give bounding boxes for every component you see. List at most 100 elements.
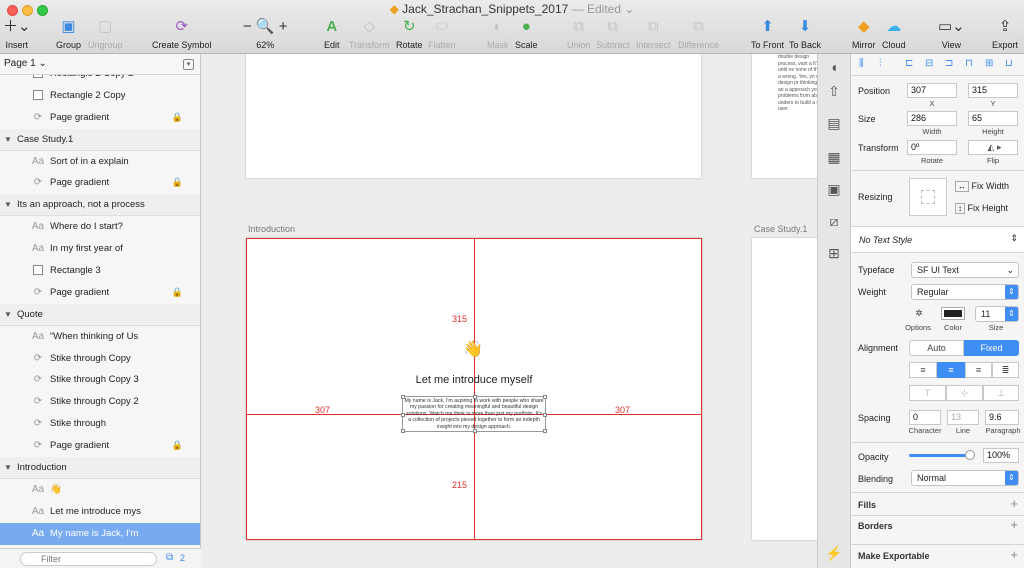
layer-group-row[interactable]: ▼ Its an approach, not a process bbox=[0, 194, 200, 217]
artboard-right-top[interactable]: double design process, vast a It's not u… bbox=[752, 54, 817, 178]
transform-button[interactable]: ◇ Transform bbox=[349, 17, 390, 50]
share-icon[interactable]: ⇧ bbox=[823, 80, 845, 102]
text-align-justify-button[interactable]: ≣ bbox=[992, 362, 1019, 378]
layer-row[interactable]: ⟳ Page gradient 🔒 bbox=[0, 172, 200, 194]
mirror-button[interactable]: ◆ Mirror bbox=[852, 17, 876, 50]
distribute-v-icon[interactable]: ⫶ bbox=[879, 58, 882, 69]
make-exportable-title[interactable]: Make Exportable bbox=[858, 551, 930, 561]
intro-heading[interactable]: Let me introduce myself bbox=[247, 374, 701, 386]
resize-handle-bl[interactable] bbox=[401, 429, 405, 433]
text-color-well[interactable] bbox=[941, 307, 965, 320]
vertical-align-bottom-button[interactable]: ⊥ bbox=[983, 385, 1019, 401]
lightning-icon[interactable]: ⚡ bbox=[823, 542, 845, 564]
typeface-select[interactable]: SF UI Text ⌄ bbox=[911, 262, 1019, 278]
lock-icon[interactable]: 🔒 bbox=[172, 107, 183, 129]
wave-emoji[interactable]: 👋 bbox=[463, 339, 483, 359]
insert-button[interactable]: ＋⌄ Insert bbox=[3, 17, 31, 50]
resize-handle-ml[interactable] bbox=[401, 413, 405, 417]
vertical-align-top-button[interactable]: ⊤ bbox=[909, 385, 946, 401]
height-field[interactable]: 65 bbox=[968, 111, 1018, 126]
intersect-button[interactable]: ⧉ Intersect bbox=[636, 17, 671, 50]
lock-icon[interactable]: 🔒 bbox=[172, 172, 183, 194]
resize-handle-tl[interactable] bbox=[401, 395, 405, 399]
layer-row[interactable]: ⟳ Stike through Copy bbox=[0, 348, 200, 370]
auto-width-button[interactable]: Auto bbox=[909, 340, 964, 356]
prototype-icon[interactable]: ⧄ bbox=[823, 210, 845, 232]
resize-handle-tr[interactable] bbox=[543, 395, 547, 399]
flatten-button[interactable]: ⬭ Flatten bbox=[428, 17, 456, 50]
create-symbol-button[interactable]: ⟳ Create Symbol bbox=[152, 17, 212, 50]
zoom-control[interactable]: − 🔍 + 62% bbox=[243, 17, 288, 50]
symbols-filter-icon[interactable]: ⧉ bbox=[166, 552, 173, 563]
align-top-icon[interactable]: ⊓ bbox=[965, 58, 973, 69]
vertical-align-middle-button[interactable]: ⊹ bbox=[946, 385, 983, 401]
group-button[interactable]: ▣ Group bbox=[56, 17, 81, 50]
page-selector[interactable]: Page 1 ⌄ ▾ bbox=[0, 54, 200, 75]
layer-row[interactable]: Aa My name is Jack, I'm bbox=[0, 522, 200, 545]
view-button[interactable]: ▭⌄ View bbox=[938, 17, 965, 50]
mask-button[interactable]: ◐ Mask bbox=[487, 17, 509, 50]
layer-row[interactable]: Rectangle 3 bbox=[0, 260, 200, 282]
layer-group-row[interactable]: ▼ Case Study.1 bbox=[0, 128, 200, 151]
cloud-button[interactable]: ☁ Cloud bbox=[882, 17, 906, 50]
font-size-field[interactable]: 11 ⇕ bbox=[975, 306, 1019, 322]
disclosure-triangle-icon[interactable]: ▼ bbox=[4, 304, 12, 325]
layer-row[interactable]: Rectangle 2 Copy bbox=[0, 85, 200, 107]
align-center-h-icon[interactable]: ⊟ bbox=[925, 58, 933, 69]
opacity-slider-knob[interactable] bbox=[965, 450, 975, 460]
layer-row[interactable]: Aa Where do I start? bbox=[0, 216, 200, 238]
align-bottom-icon[interactable]: ⊔ bbox=[1005, 58, 1013, 69]
resize-handle-bm[interactable] bbox=[473, 429, 477, 433]
rotate-button[interactable]: ↻ Rotate bbox=[396, 17, 423, 50]
layer-row[interactable]: Aa In my first year of bbox=[0, 238, 200, 260]
layer-row[interactable]: ⟳ Stike through Copy 2 bbox=[0, 391, 200, 413]
layer-row[interactable]: Aa 👋 bbox=[0, 479, 200, 501]
ungroup-button[interactable]: ▢ Ungroup bbox=[88, 17, 123, 50]
disclosure-triangle-icon[interactable]: ▼ bbox=[4, 457, 12, 478]
subtract-button[interactable]: ⧉ Subtract bbox=[596, 17, 630, 50]
scale-button[interactable]: ● Scale bbox=[515, 17, 538, 50]
position-y-field[interactable]: 315 bbox=[968, 83, 1018, 98]
align-right-icon[interactable]: ⊐ bbox=[945, 58, 953, 69]
width-field[interactable]: 286 bbox=[907, 111, 957, 126]
resize-handle-mr[interactable] bbox=[543, 413, 547, 417]
paragraph-spacing-field[interactable]: 9.6 bbox=[985, 410, 1019, 425]
to-front-button[interactable]: ⬆ To Front bbox=[751, 17, 784, 50]
blending-select[interactable]: Normal ⇕ bbox=[911, 470, 1019, 486]
add-export-icon[interactable]: + bbox=[1010, 547, 1018, 562]
export-button[interactable]: ⇪ Export bbox=[992, 17, 1018, 50]
distribute-h-icon[interactable]: ⫼ bbox=[859, 58, 864, 69]
fix-height-option[interactable]: ↕ Fix Height bbox=[955, 203, 1008, 214]
layer-row[interactable]: ⟳ Page gradient 🔒 bbox=[0, 282, 200, 304]
flip-buttons[interactable]: ◭ ▸ bbox=[968, 140, 1018, 155]
add-fill-icon[interactable]: + bbox=[1010, 496, 1018, 511]
rotate-field[interactable]: 0º bbox=[907, 140, 957, 155]
layer-row[interactable]: ⟳ Page gradient 🔒 bbox=[0, 435, 200, 457]
layer-row[interactable]: ⟳ Page gradient 🔒 bbox=[0, 107, 200, 129]
page-toggle-icon[interactable]: ▾ bbox=[183, 59, 194, 70]
text-align-center-button[interactable]: ≡ bbox=[937, 362, 965, 378]
to-back-button[interactable]: ⬇ To Back bbox=[789, 17, 821, 50]
layer-row[interactable]: ⟳ Stike through bbox=[0, 413, 200, 435]
layers-panel-icon[interactable]: ▤ bbox=[823, 112, 845, 134]
resize-handle-tm[interactable] bbox=[473, 395, 477, 399]
align-middle-icon[interactable]: ⊞ bbox=[985, 58, 993, 69]
align-left-icon[interactable]: ⊏ bbox=[905, 58, 913, 69]
grid-icon[interactable]: ▣ bbox=[823, 178, 845, 200]
layer-group-row[interactable]: ▼ Introduction bbox=[0, 457, 200, 479]
artboard-case-study[interactable] bbox=[752, 238, 817, 540]
layer-row[interactable]: ⟳ Stike through Copy 3 bbox=[0, 369, 200, 391]
document-panel-icon[interactable]: ▦ bbox=[823, 146, 845, 168]
union-button[interactable]: ⧉ Union bbox=[567, 17, 591, 50]
canvas[interactable]: double design process, vast a It's not u… bbox=[201, 54, 817, 568]
badge-icon[interactable]: ◖ bbox=[823, 56, 845, 78]
fixed-width-button[interactable]: Fixed bbox=[964, 340, 1019, 356]
filter-input[interactable] bbox=[20, 552, 157, 566]
text-align-left-button[interactable]: ≡ bbox=[909, 362, 937, 378]
opacity-slider[interactable] bbox=[909, 450, 975, 460]
resize-handle-br[interactable] bbox=[543, 429, 547, 433]
lock-icon[interactable]: 🔒 bbox=[172, 282, 183, 304]
artboard-top[interactable] bbox=[246, 54, 701, 178]
line-height-field[interactable]: 13 bbox=[947, 410, 979, 425]
character-spacing-field[interactable]: 0 bbox=[909, 410, 941, 425]
